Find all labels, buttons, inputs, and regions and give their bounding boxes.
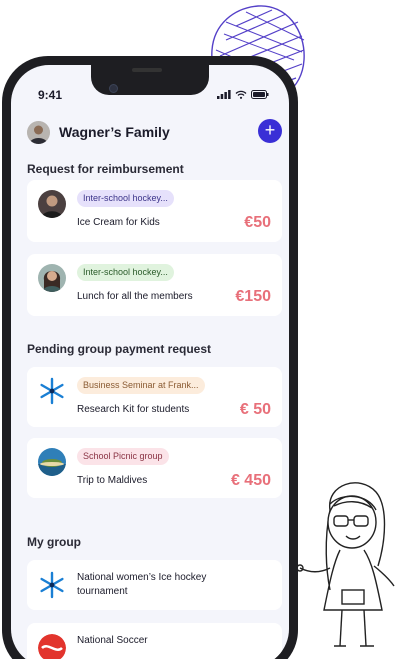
wifi-icon bbox=[235, 90, 247, 99]
soccer-logo-icon bbox=[38, 634, 66, 659]
pending-card[interactable]: School Picnic group Trip to Maldives € 4… bbox=[27, 438, 282, 498]
expense-amount: € 450 bbox=[230, 472, 271, 489]
island-photo bbox=[38, 448, 66, 476]
group-tag: Inter-school hockey... bbox=[77, 190, 174, 207]
reimbursement-card[interactable]: Inter-school hockey... Lunch for all the… bbox=[27, 254, 282, 316]
snowflake-icon bbox=[38, 571, 66, 599]
pending-card[interactable]: Business Seminar at Frank... Research Ki… bbox=[27, 367, 282, 427]
battery-icon bbox=[251, 90, 269, 99]
expense-amount: € 50 bbox=[239, 401, 271, 418]
status-bar: 9:41 bbox=[11, 85, 289, 105]
girl-illustration bbox=[296, 482, 395, 647]
group-card[interactable]: National Soccer bbox=[27, 623, 282, 659]
expense-description: Lunch for all the members bbox=[77, 291, 193, 302]
status-icons bbox=[217, 90, 269, 99]
family-header: Wagner’s Family + bbox=[27, 119, 283, 147]
person-icon bbox=[27, 121, 50, 144]
family-name[interactable]: Wagner’s Family bbox=[59, 124, 170, 140]
person-icon bbox=[38, 190, 66, 218]
status-time: 9:41 bbox=[38, 88, 63, 102]
group-card[interactable]: National women’s Ice hockey tournament bbox=[27, 560, 282, 610]
group-title: National women’s Ice hockey tournament bbox=[77, 572, 207, 597]
group-tag: Business Seminar at Frank... bbox=[77, 377, 205, 394]
add-button[interactable]: + bbox=[258, 119, 282, 143]
section-title-pending: Pending group payment request bbox=[27, 342, 212, 356]
phone-screen: 9:41 Wagner’s Family + Request for reimb… bbox=[11, 65, 289, 659]
avatar[interactable] bbox=[27, 121, 50, 144]
speaker-grille bbox=[132, 68, 162, 72]
signal-icon bbox=[217, 90, 231, 99]
expense-amount: €50 bbox=[244, 214, 271, 231]
expense-description: Ice Cream for Kids bbox=[77, 217, 160, 228]
group-title: National Soccer bbox=[77, 635, 148, 646]
snowflake-icon bbox=[38, 377, 66, 405]
group-tag: Inter-school hockey... bbox=[77, 264, 174, 281]
expense-amount: €150 bbox=[235, 288, 271, 305]
user-photo bbox=[38, 264, 66, 292]
expense-description: Trip to Maldives bbox=[77, 475, 148, 486]
phone-frame: 9:41 Wagner’s Family + Request for reimb… bbox=[2, 56, 298, 659]
group-tag: School Picnic group bbox=[77, 448, 169, 465]
expense-description: Research Kit for students bbox=[77, 404, 190, 415]
section-title-reimbursement: Request for reimbursement bbox=[27, 162, 184, 176]
user-photo bbox=[38, 190, 66, 218]
reimbursement-card[interactable]: Inter-school hockey... Ice Cream for Kid… bbox=[27, 180, 282, 242]
person-icon bbox=[38, 264, 66, 292]
section-title-groups: My group bbox=[27, 535, 81, 549]
